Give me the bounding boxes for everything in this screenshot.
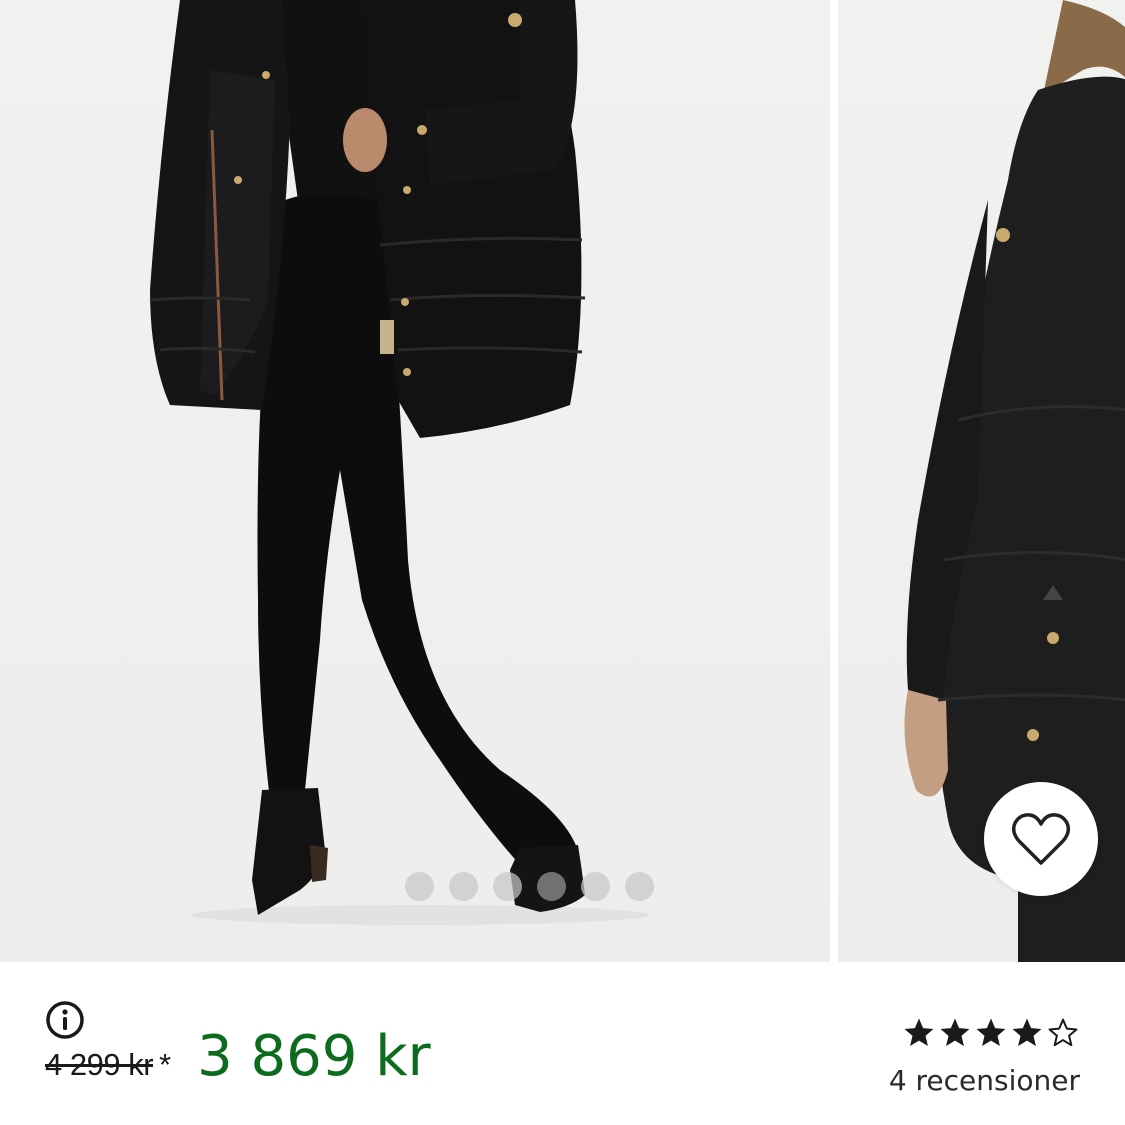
gallery-dot-2[interactable] [449, 872, 478, 901]
star-filled-icon [1012, 1018, 1042, 1047]
star-outline-icon [1048, 1018, 1078, 1047]
product-page: 4 299 kr * 3 869 kr 4 recensioner [0, 0, 1125, 1125]
star-filled-icon [976, 1018, 1006, 1047]
price-footnote-asterisk: * [159, 1047, 172, 1082]
gallery-dot-6[interactable] [625, 872, 654, 901]
gallery-dot-4[interactable] [537, 872, 566, 901]
star-rating[interactable] [902, 1016, 1080, 1050]
review-count-link[interactable]: 4 recensioner [889, 1064, 1080, 1097]
product-image-main[interactable] [0, 0, 830, 962]
original-price: 4 299 kr [45, 1047, 154, 1082]
star-filled-icon [940, 1018, 970, 1047]
heart-outline-icon [1011, 813, 1071, 865]
model-illustration [149, 0, 650, 925]
sale-price: 3 869 kr [197, 1024, 431, 1089]
gallery-pagination-dots [405, 872, 654, 901]
price-block: 4 299 kr * 3 869 kr [45, 1024, 431, 1089]
gallery-dot-1[interactable] [405, 872, 434, 901]
gallery-dot-3[interactable] [493, 872, 522, 901]
favorite-button[interactable] [984, 782, 1098, 896]
product-image-gallery[interactable] [0, 0, 1125, 962]
star-filled-icon [904, 1018, 934, 1047]
gallery-dot-5[interactable] [581, 872, 610, 901]
